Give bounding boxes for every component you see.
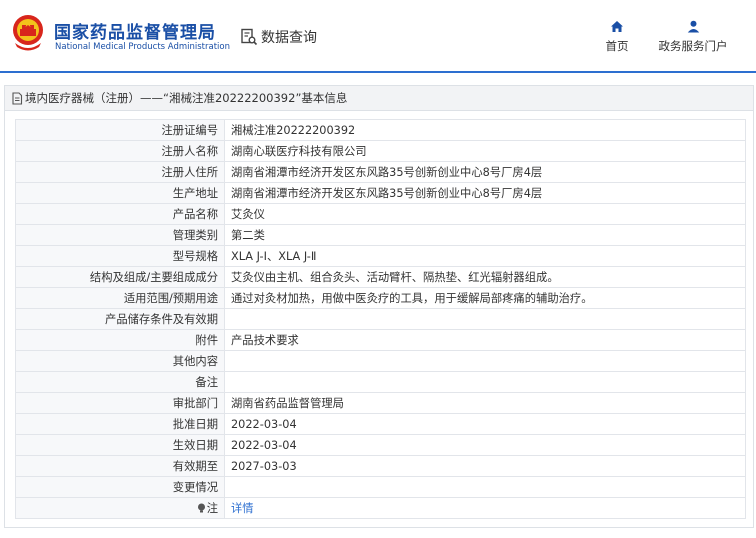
row-value: 湘械注准20222200392 <box>224 119 746 141</box>
row-label: 型号规格 <box>15 245 225 267</box>
table-row: 注册证编号 湘械注准20222200392 <box>15 119 746 141</box>
row-label: 有效期至 <box>15 455 225 477</box>
table-row: 生效日期 2022-03-04 <box>15 434 746 456</box>
row-value: 湖南省湘潭市经济开发区东风路35号创新创业中心8号厂房4层 <box>224 161 746 183</box>
document-search-icon <box>241 28 258 46</box>
row-value: 湖南省湘潭市经济开发区东风路35号创新创业中心8号厂房4层 <box>224 182 746 204</box>
row-label: 变更情况 <box>15 476 225 498</box>
national-emblem-icon <box>13 15 43 51</box>
row-value: 第二类 <box>224 224 746 246</box>
nav-home-label: 首页 <box>605 39 629 53</box>
row-value: 艾灸仪 <box>224 203 746 225</box>
table-row: 批准日期 2022-03-04 <box>15 413 746 435</box>
row-value <box>224 371 746 393</box>
row-value <box>224 476 746 498</box>
note-label: 注 <box>206 502 218 515</box>
table-row: 结构及组成/主要组成成分 艾灸仪由主机、组合灸头、活动臂杆、隔热垫、红光辐射器组成… <box>15 266 746 288</box>
row-value: 2022-03-04 <box>224 413 746 435</box>
row-value: 湖南省药品监督管理局 <box>224 392 746 414</box>
page-title-text: 数据查询 <box>261 30 317 46</box>
nav-home[interactable]: 首页 <box>603 20 631 54</box>
site-header: 国家药品监督管理局 National Medical Products Admi… <box>0 0 756 72</box>
row-value: 2027-03-03 <box>224 455 746 477</box>
table-row: 管理类别 第二类 <box>15 224 746 246</box>
table-row: 变更情况 <box>15 476 746 498</box>
home-icon <box>611 21 623 32</box>
row-label: 审批部门 <box>15 392 225 414</box>
table-row: 产品名称 艾灸仪 <box>15 203 746 225</box>
site-title[interactable]: 国家药品监督管理局 <box>54 18 216 43</box>
row-value: 湖南心联医疗科技有限公司 <box>224 140 746 162</box>
table-row: 备注 <box>15 371 746 393</box>
table-row-note: 注 详情 <box>15 497 746 519</box>
row-label: 生产地址 <box>15 182 225 204</box>
info-panel: 注册证编号 湘械注准20222200392 注册人名称 湖南心联医疗科技有限公司 注册人… <box>4 111 754 528</box>
breadcrumb: 境内医疗器械（注册）——“湘械注准20222200392”基本信息 <box>4 85 754 111</box>
document-icon <box>12 91 23 105</box>
row-value: 通过对灸材加热，用做中医灸疗的工具，用于缓解局部疼痛的辅助治疗。 <box>224 287 746 309</box>
row-label: 产品储存条件及有效期 <box>15 308 225 330</box>
row-value <box>224 350 746 372</box>
table-row: 型号规格 XLA J-Ⅰ、XLA J-Ⅱ <box>15 245 746 267</box>
table-row: 适用范围/预期用途 通过对灸材加热，用做中医灸疗的工具，用于缓解局部疼痛的辅助治疗… <box>15 287 746 309</box>
detail-link[interactable]: 详情 <box>231 502 254 515</box>
row-value: XLA J-Ⅰ、XLA J-Ⅱ <box>224 245 746 267</box>
row-label: 注 <box>15 497 225 519</box>
breadcrumb-text: 境内医疗器械（注册）——“湘械注准20222200392”基本信息 <box>25 91 348 105</box>
page-title: 数据查询 <box>240 27 317 47</box>
row-label: 备注 <box>15 371 225 393</box>
table-row: 附件 产品技术要求 <box>15 329 746 351</box>
row-label: 产品名称 <box>15 203 225 225</box>
site-subtitle: National Medical Products Administration <box>55 42 230 52</box>
row-value <box>224 308 746 330</box>
row-value: 产品技术要求 <box>224 329 746 351</box>
row-value: 2022-03-04 <box>224 434 746 456</box>
table-row: 其他内容 <box>15 350 746 372</box>
table-row: 产品储存条件及有效期 <box>15 308 746 330</box>
table-row: 注册人住所 湖南省湘潭市经济开发区东风路35号创新创业中心8号厂房4层 <box>15 161 746 183</box>
row-label: 注册证编号 <box>15 119 225 141</box>
row-label: 生效日期 <box>15 434 225 456</box>
row-label: 适用范围/预期用途 <box>15 287 225 309</box>
row-label: 管理类别 <box>15 224 225 246</box>
row-label: 其他内容 <box>15 350 225 372</box>
row-label: 批准日期 <box>15 413 225 435</box>
row-value: 详情 <box>224 497 746 519</box>
row-label: 注册人住所 <box>15 161 225 183</box>
row-label: 附件 <box>15 329 225 351</box>
row-label: 注册人名称 <box>15 140 225 162</box>
bulb-icon <box>197 503 205 513</box>
table-row: 生产地址 湖南省湘潭市经济开发区东风路35号创新创业中心8号厂房4层 <box>15 182 746 204</box>
row-label: 结构及组成/主要组成成分 <box>15 266 225 288</box>
header-divider <box>0 71 756 73</box>
table-row: 有效期至 2027-03-03 <box>15 455 746 477</box>
nav-service-portal[interactable]: 政务服务门户 <box>655 20 731 54</box>
row-value: 艾灸仪由主机、组合灸头、活动臂杆、隔热垫、红光辐射器组成。 <box>224 266 746 288</box>
user-icon <box>687 20 699 33</box>
table-row: 注册人名称 湖南心联医疗科技有限公司 <box>15 140 746 162</box>
table-row: 审批部门 湖南省药品监督管理局 <box>15 392 746 414</box>
nav-service-label: 政务服务门户 <box>658 39 728 53</box>
registration-info-table: 注册证编号 湘械注准20222200392 注册人名称 湖南心联医疗科技有限公司 注册人… <box>15 119 746 519</box>
